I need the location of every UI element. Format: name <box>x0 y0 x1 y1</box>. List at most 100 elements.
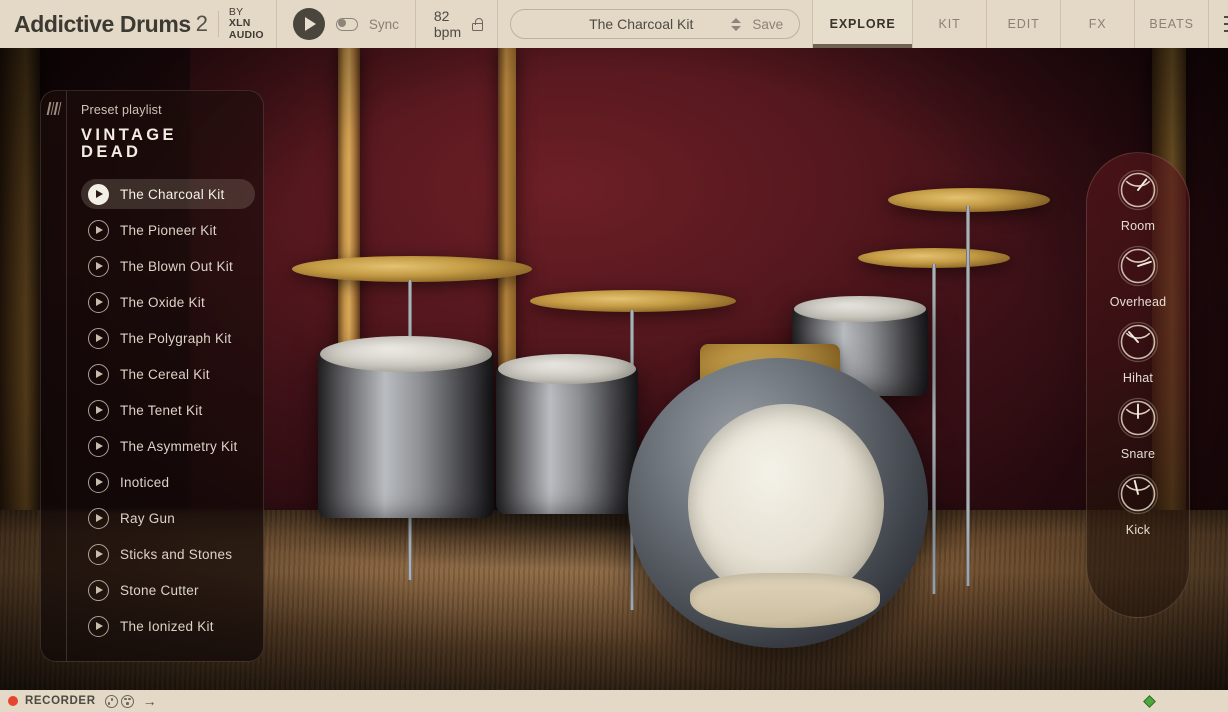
preset-play-icon[interactable] <box>88 291 109 313</box>
brand-name: Addictive Drums <box>14 10 191 37</box>
transport-controls: Sync <box>277 0 415 48</box>
unlock-icon[interactable] <box>471 17 483 31</box>
knob-room[interactable] <box>1115 167 1161 213</box>
addictive-drums-window: Addictive Drums 2 BY XLN AUDIO Sync 82 b… <box>0 0 1228 712</box>
preset-list-item[interactable]: Inoticed <box>81 467 255 497</box>
mixer-knob-group: Hihat <box>1115 319 1161 385</box>
preset-play-icon[interactable] <box>88 435 109 457</box>
preset-list-item[interactable]: The Asymmetry Kit <box>81 431 255 461</box>
tab-kit[interactable]: KIT <box>912 0 986 48</box>
rack-tom-head <box>498 354 636 384</box>
preset-selector[interactable]: The Charcoal Kit Save <box>510 9 801 39</box>
preset-play-icon[interactable] <box>88 327 109 349</box>
preset-play-icon[interactable] <box>88 219 109 241</box>
preset-list-item[interactable]: Sticks and Stones <box>81 539 255 569</box>
knob-label: Overhead <box>1109 295 1167 309</box>
preset-item-label: The Tenet Kit <box>120 402 203 418</box>
preset-list-item[interactable]: The Oxide Kit <box>81 287 255 317</box>
chevron-up-down-icon[interactable] <box>729 17 743 31</box>
preset-item-label: The Blown Out Kit <box>120 258 234 274</box>
snare-head <box>794 296 926 322</box>
preset-list-item[interactable]: The Cereal Kit <box>81 359 255 389</box>
sync-toggle[interactable] <box>335 17 358 31</box>
status-badge <box>1143 694 1156 708</box>
preset-item-label: The Polygraph Kit <box>120 330 232 346</box>
recorder-bar: RECORDER → <box>0 690 1228 712</box>
tab-fx[interactable]: FX <box>1060 0 1134 48</box>
preset-item-label: The Asymmetry Kit <box>120 438 238 454</box>
hamburger-menu-icon[interactable] <box>1208 0 1228 48</box>
tab-beats[interactable]: BEATS <box>1134 0 1208 48</box>
preset-play-icon[interactable] <box>88 507 109 529</box>
cymbal-stand <box>966 206 970 586</box>
brand-version: 2 <box>195 11 209 36</box>
preset-play-icon[interactable] <box>88 183 109 205</box>
preset-play-icon[interactable] <box>88 579 109 601</box>
recorder-label: RECORDER <box>25 695 96 707</box>
knob-label: Room <box>1120 219 1156 233</box>
preset-item-label: Sticks and Stones <box>120 546 233 562</box>
tab-explore[interactable]: EXPLORE <box>812 0 913 48</box>
preset-list-item[interactable]: The Polygraph Kit <box>81 323 255 353</box>
tape-reel-icon[interactable] <box>104 694 118 708</box>
app-logo: Addictive Drums 2 BY XLN AUDIO <box>0 0 276 48</box>
preset-list-item[interactable]: Stone Cutter <box>81 575 255 605</box>
playlist-title-line2: DEAD <box>81 143 142 161</box>
preset-list-item[interactable]: The Ionized Kit <box>81 611 255 641</box>
preset-item-label: Inoticed <box>120 474 170 490</box>
preset-list-item[interactable]: The Pioneer Kit <box>81 215 255 245</box>
mixer-knob-group: Overhead <box>1110 243 1167 309</box>
rack-tom <box>496 364 638 514</box>
brand-byline-line1: BY XLN <box>228 6 251 30</box>
playlist-title-line1: VINTAGE <box>81 126 177 144</box>
preset-list: The Charcoal Kit The Pioneer Kit The Blown… <box>81 179 255 647</box>
preset-playlist-body: Preset playlist VINTAGE DEAD The Charcoa… <box>67 91 263 661</box>
mixer-knob-group: Room <box>1115 167 1161 233</box>
preset-item-label: The Charcoal Kit <box>120 186 225 202</box>
export-arrow-icon[interactable]: → <box>143 694 157 708</box>
preset-item-label: The Oxide Kit <box>120 294 206 310</box>
preset-list-item[interactable]: Ray Gun <box>81 503 255 533</box>
preset-item-label: Ray Gun <box>120 510 176 526</box>
play-icon <box>304 17 316 31</box>
mixer-knob-panel: Room Overhead Hihat Snare Kick <box>1086 152 1190 618</box>
record-indicator-icon <box>8 696 18 706</box>
preset-play-icon[interactable] <box>88 399 109 421</box>
knob-label: Snare <box>1120 447 1156 461</box>
preset-item-label: The Cereal Kit <box>120 366 210 382</box>
preset-play-icon[interactable] <box>88 255 109 277</box>
preset-list-item[interactable]: The Blown Out Kit <box>81 251 255 281</box>
top-toolbar: Addictive Drums 2 BY XLN AUDIO Sync 82 b… <box>0 0 1228 48</box>
preset-list-item[interactable]: The Charcoal Kit <box>81 179 255 209</box>
knob-kick[interactable] <box>1115 471 1161 517</box>
knob-hihat[interactable] <box>1115 319 1161 365</box>
play-button[interactable] <box>292 8 325 40</box>
tempo-control[interactable]: 82 bpm <box>416 0 497 48</box>
sync-toggle-knob <box>337 19 346 27</box>
preset-item-label: The Ionized Kit <box>120 618 214 634</box>
preset-play-icon[interactable] <box>88 543 109 565</box>
tape-reel-icon[interactable] <box>120 694 134 708</box>
main-tabs: EXPLORE KIT EDIT FX BEATS <box>812 0 1228 48</box>
crash-cymbal <box>292 256 532 282</box>
preset-play-icon[interactable] <box>88 363 109 385</box>
preset-play-icon[interactable] <box>88 615 109 637</box>
save-preset-button[interactable]: Save <box>752 17 783 32</box>
sync-label: Sync <box>368 16 399 32</box>
mixer-knob-group: Snare <box>1115 395 1161 461</box>
knob-snare[interactable] <box>1115 395 1161 441</box>
knob-label: Kick <box>1125 523 1151 537</box>
tab-edit[interactable]: EDIT <box>986 0 1060 48</box>
preset-name: The Charcoal Kit <box>589 16 694 32</box>
drag-handle-icon[interactable] <box>41 91 67 661</box>
knob-overhead[interactable] <box>1115 243 1161 289</box>
preset-playlist-panel: Preset playlist VINTAGE DEAD The Charcoa… <box>40 90 264 662</box>
mixer-knob-group: Kick <box>1115 471 1161 537</box>
knob-label: Hihat <box>1122 371 1154 385</box>
preset-item-label: Stone Cutter <box>120 582 199 598</box>
preset-item-label: The Pioneer Kit <box>120 222 217 238</box>
cymbal-stand <box>932 264 936 594</box>
preset-play-icon[interactable] <box>88 471 109 493</box>
playlist-title: VINTAGE DEAD <box>81 127 255 161</box>
preset-list-item[interactable]: The Tenet Kit <box>81 395 255 425</box>
